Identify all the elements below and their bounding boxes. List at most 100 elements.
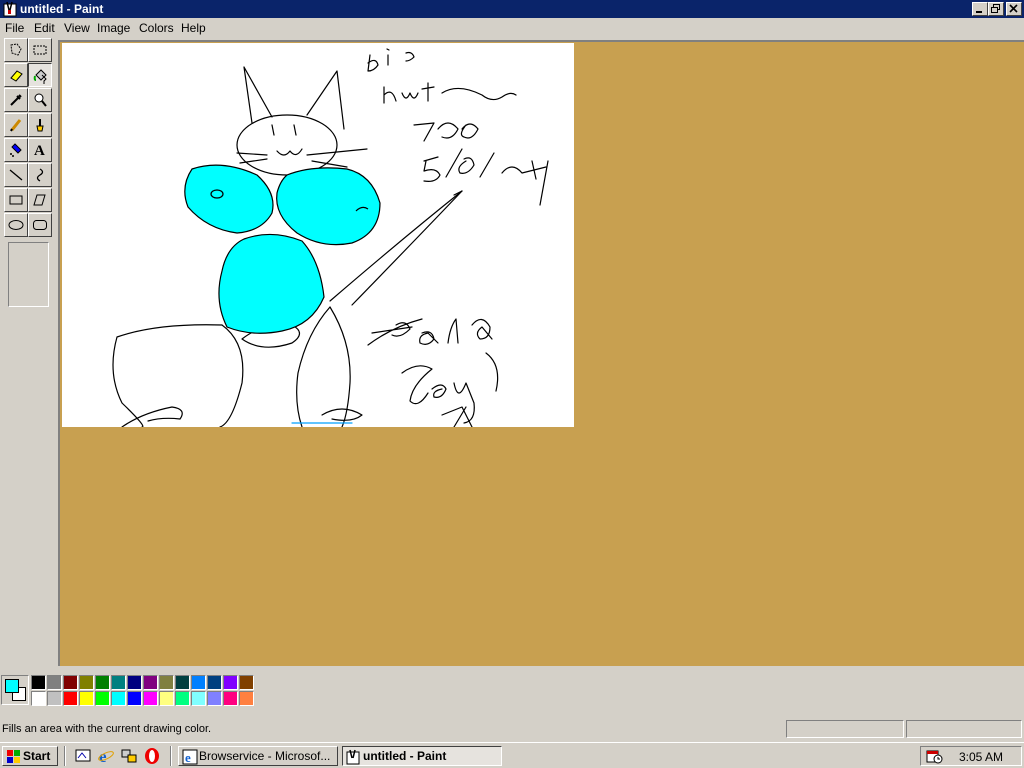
drawing-canvas[interactable]: [62, 43, 574, 428]
internet-explorer-icon[interactable]: e: [97, 747, 115, 765]
svg-text:e: e: [185, 750, 191, 765]
tool-free-form-select[interactable]: [4, 38, 28, 62]
palette-swatch[interactable]: [207, 675, 222, 690]
system-tray: 3:05 AM: [920, 746, 1022, 766]
paint-app-icon: [3, 1, 17, 17]
palette-swatch[interactable]: [143, 675, 158, 690]
palette-swatch[interactable]: [239, 675, 254, 690]
minimize-icon: [976, 11, 982, 13]
minimize-button[interactable]: [972, 2, 988, 16]
taskbar-separator: [170, 746, 172, 766]
task-scheduler-icon[interactable]: [925, 748, 943, 764]
palette-swatch[interactable]: [47, 691, 62, 706]
windows-logo-icon: [7, 750, 20, 763]
clock[interactable]: 3:05 AM: [959, 750, 1003, 764]
eyedropper-icon: [10, 94, 22, 106]
palette-swatch[interactable]: [175, 691, 190, 706]
palette-swatch[interactable]: [175, 675, 190, 690]
tool-text[interactable]: A: [28, 138, 52, 162]
task-label: untitled - Paint: [363, 749, 447, 763]
tool-magnifier[interactable]: [28, 88, 52, 112]
palette-swatch[interactable]: [31, 691, 46, 706]
status-pane-size: [906, 720, 1022, 738]
menu-bar: File Edit View Image Colors Help: [0, 18, 1024, 38]
curve-icon: [36, 168, 44, 182]
menu-file[interactable]: File: [5, 21, 24, 35]
window-title: untitled - Paint: [20, 2, 104, 16]
palette-swatch[interactable]: [111, 691, 126, 706]
palette-swatch[interactable]: [31, 675, 46, 690]
menu-edit[interactable]: Edit: [34, 21, 55, 35]
brush-icon: [36, 119, 44, 132]
palette-swatch[interactable]: [95, 675, 110, 690]
palette-swatch[interactable]: [111, 675, 126, 690]
internet-explorer-icon: e: [182, 749, 198, 765]
tool-line[interactable]: [4, 163, 28, 187]
menu-help[interactable]: Help: [181, 21, 206, 35]
tool-brush[interactable]: [28, 113, 52, 137]
tool-options-panel[interactable]: [8, 242, 49, 307]
tool-select[interactable]: [28, 38, 52, 62]
opera-icon[interactable]: [143, 747, 161, 765]
palette-swatch[interactable]: [95, 691, 110, 706]
rect-select-icon: [33, 45, 47, 55]
task-label: Browservice - Microsof...: [199, 749, 331, 763]
palette-swatch[interactable]: [47, 675, 62, 690]
tool-fill-with-color[interactable]: [28, 63, 52, 87]
status-pane-coords: [786, 720, 904, 738]
pencil-icon: [10, 119, 22, 132]
ellipse-icon: [8, 220, 24, 230]
tool-rounded-rectangle[interactable]: [28, 213, 52, 237]
task-paint[interactable]: untitled - Paint: [342, 746, 502, 766]
palette-swatch[interactable]: [127, 691, 142, 706]
title-bar[interactable]: untitled - Paint: [0, 0, 1024, 18]
tool-eraser[interactable]: [4, 63, 28, 87]
taskbar-separator: [64, 746, 66, 766]
palette-swatch[interactable]: [63, 675, 78, 690]
tool-airbrush[interactable]: [4, 138, 28, 162]
restore-button[interactable]: [988, 2, 1004, 16]
palette-swatch[interactable]: [239, 691, 254, 706]
menu-colors[interactable]: Colors: [139, 21, 174, 35]
menu-image[interactable]: Image: [97, 21, 130, 35]
tool-ellipse[interactable]: [4, 213, 28, 237]
palette-swatch[interactable]: [223, 675, 238, 690]
airbrush-icon: [10, 143, 22, 157]
magnifier-icon: [34, 93, 47, 107]
palette-swatch[interactable]: [191, 675, 206, 690]
palette-swatch[interactable]: [63, 691, 78, 706]
text-icon: A: [34, 143, 45, 158]
paint-icon: [346, 749, 360, 765]
task-browservice[interactable]: e Browservice - Microsof...: [178, 746, 338, 766]
tool-pick-color[interactable]: [4, 88, 28, 112]
rounded-rect-icon: [33, 220, 47, 230]
palette-swatch[interactable]: [159, 691, 174, 706]
tool-rectangle[interactable]: [4, 188, 28, 212]
palette-swatch[interactable]: [143, 691, 158, 706]
palette-swatch[interactable]: [191, 691, 206, 706]
canvas-drawing: [112, 48, 549, 428]
close-button[interactable]: [1006, 2, 1022, 16]
tool-curve[interactable]: [28, 163, 52, 187]
line-icon: [9, 169, 23, 181]
palette-swatch[interactable]: [127, 675, 142, 690]
palette-swatch[interactable]: [79, 691, 94, 706]
tool-polygon[interactable]: [28, 188, 52, 212]
rectangle-icon: [9, 195, 23, 205]
toolbox: A: [0, 38, 58, 666]
svg-text:A: A: [34, 143, 45, 158]
paint-window: untitled - Paint File Edit View Image Co…: [0, 0, 1024, 742]
palette-swatch[interactable]: [159, 675, 174, 690]
start-label: Start: [23, 749, 51, 763]
palette-swatch[interactable]: [207, 691, 222, 706]
start-button[interactable]: Start: [2, 746, 58, 766]
network-icon[interactable]: [120, 747, 138, 765]
palette-swatch[interactable]: [223, 691, 238, 706]
palette-swatch[interactable]: [79, 675, 94, 690]
tool-pencil[interactable]: [4, 113, 28, 137]
eraser-icon: [10, 70, 23, 82]
taskbar: Start e e Browservice - Microsof... unti…: [0, 742, 1024, 768]
show-desktop-icon[interactable]: [74, 747, 92, 765]
menu-view[interactable]: View: [64, 21, 90, 35]
freeform-select-icon: [10, 43, 22, 56]
